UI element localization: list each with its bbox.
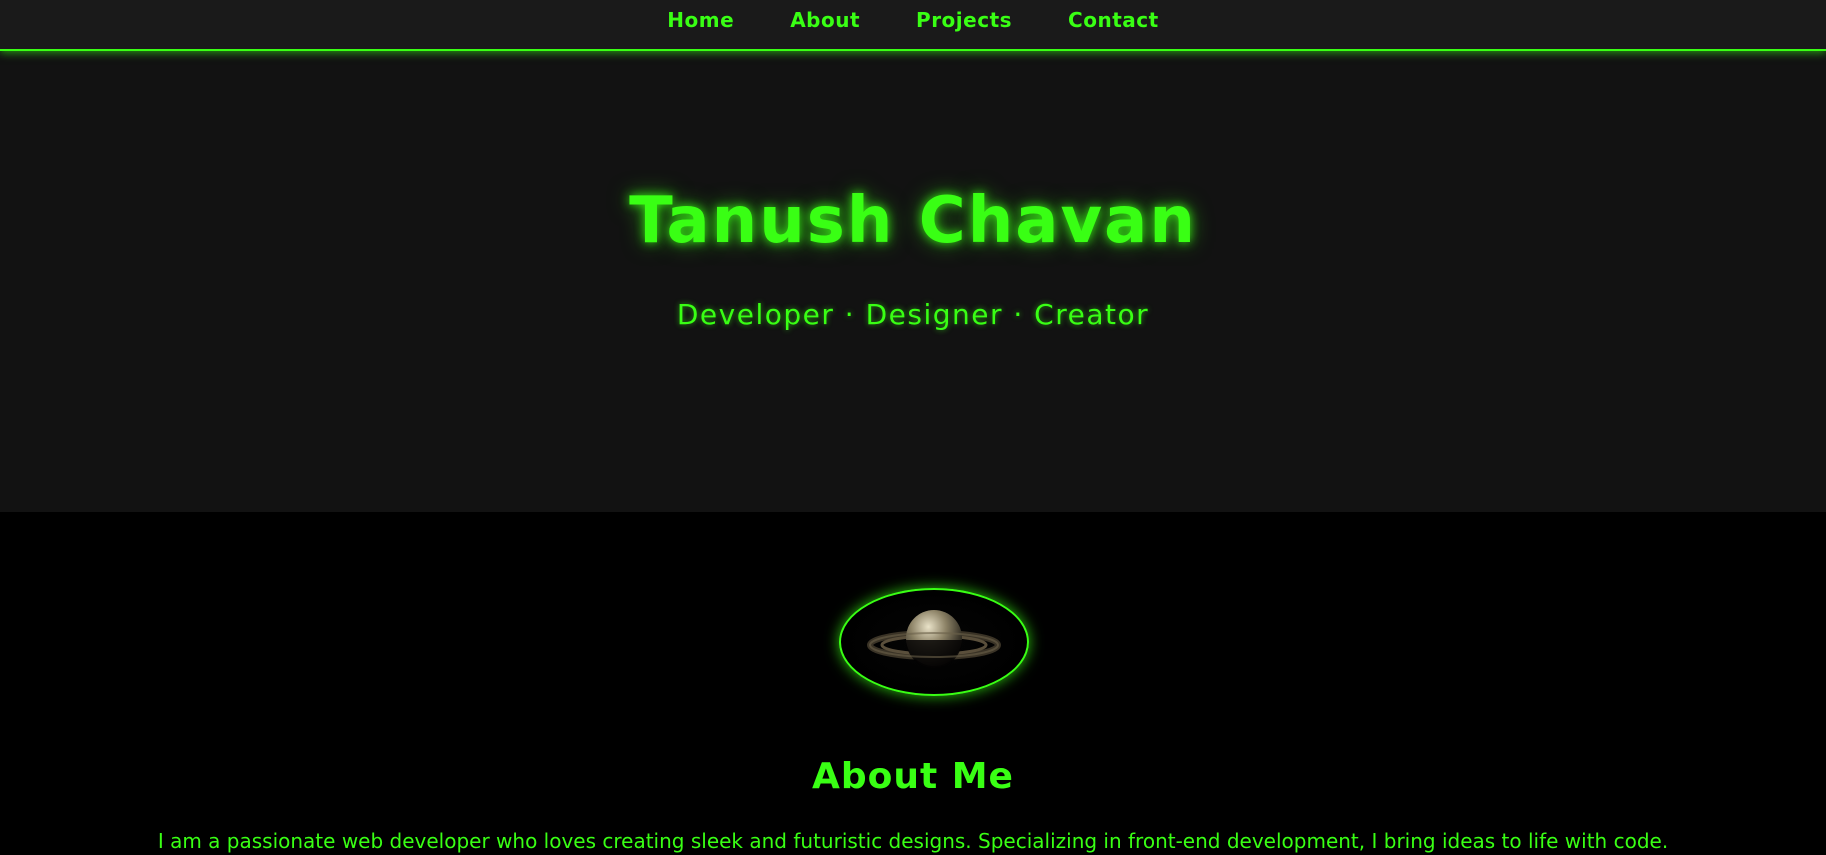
nav-link-projects[interactable]: Projects xyxy=(916,8,1012,32)
nav-link-contact[interactable]: Contact xyxy=(1068,8,1159,32)
about-heading: About Me xyxy=(812,756,1014,797)
nav-link-home[interactable]: Home xyxy=(667,8,734,32)
about-text: I am a passionate web developer who love… xyxy=(157,829,1669,853)
nav-link-about[interactable]: About xyxy=(790,8,860,32)
planet-with-rings-icon xyxy=(867,610,1001,668)
hero-tagline: Developer · Designer · Creator xyxy=(676,298,1150,331)
hero-section: Tanush Chavan Developer · Designer · Cre… xyxy=(0,51,1826,512)
nav-list: Home About Projects Contact xyxy=(667,0,1158,32)
navbar: Home About Projects Contact xyxy=(0,0,1826,51)
hero-title: Tanush Chavan xyxy=(629,184,1197,258)
nav-item-projects: Projects xyxy=(916,8,1012,32)
avatar xyxy=(839,588,1029,696)
nav-item-about: About xyxy=(790,8,860,32)
nav-item-contact: Contact xyxy=(1068,8,1159,32)
about-section: About Me I am a passionate web developer… xyxy=(0,512,1826,855)
nav-item-home: Home xyxy=(667,8,734,32)
